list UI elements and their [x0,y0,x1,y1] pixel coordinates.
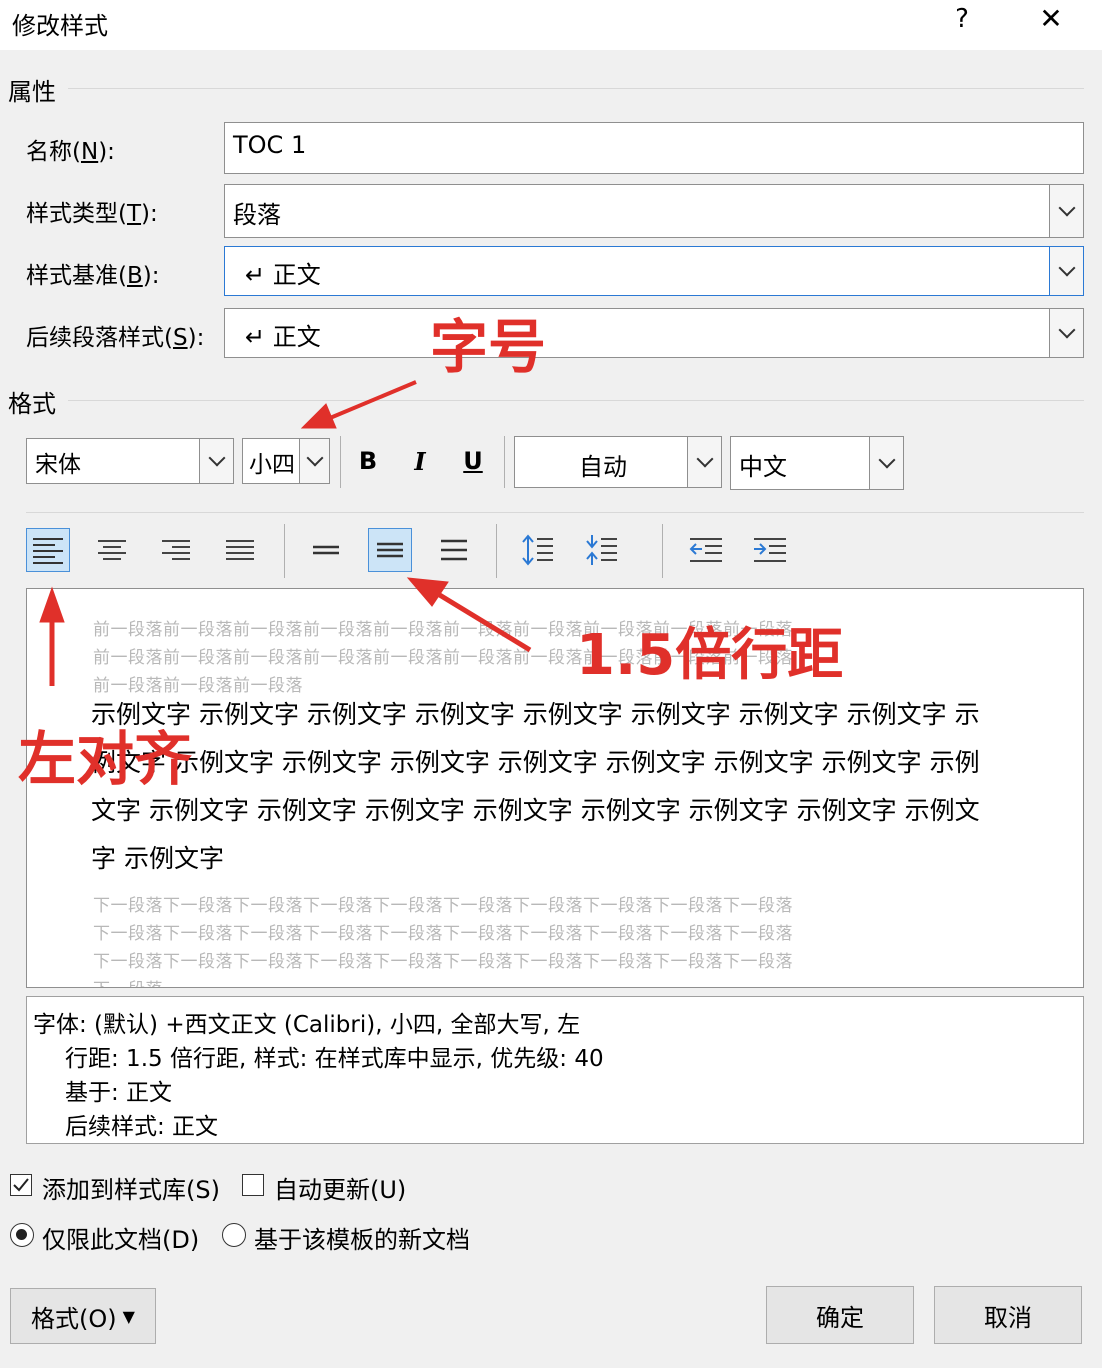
arrow-head-icon [300,403,337,429]
annotation-left-align: 左对齐 [18,725,193,793]
annotation-font-size: 字号 [430,313,547,381]
annotation-line-spacing: 1.5倍行距 [576,623,844,688]
arrow-head-icon [406,577,449,607]
annotation-arrows [39,380,532,686]
arrow-head-icon [39,586,65,623]
